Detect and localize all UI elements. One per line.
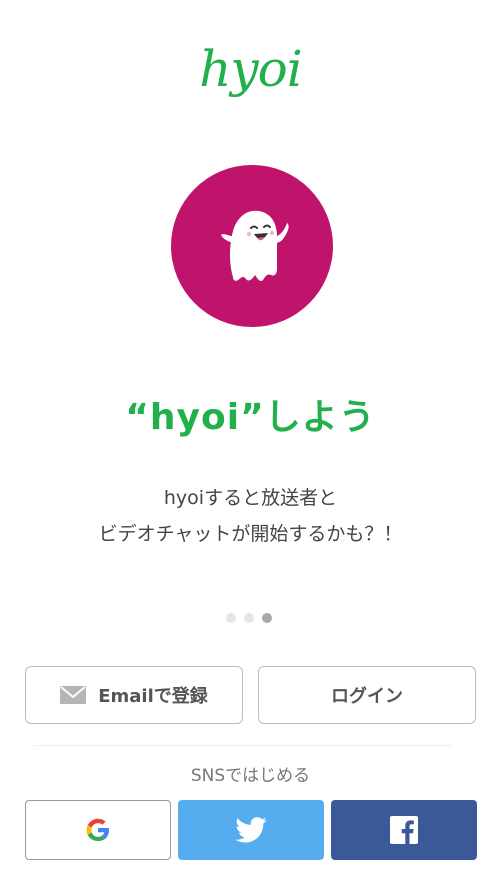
login-label: ログイン (331, 686, 403, 707)
page-dot-1[interactable] (226, 613, 236, 623)
email-signup-label: Emailで登録 (98, 686, 208, 707)
twitter-login-button[interactable] (178, 800, 324, 860)
app-logo: hyoi (199, 40, 303, 98)
ghost-icon (221, 210, 289, 281)
hero-illustration (171, 165, 333, 327)
page-dot-3[interactable] (262, 613, 272, 623)
page-indicator (226, 613, 272, 623)
login-button[interactable]: ログイン (258, 666, 476, 724)
facebook-login-button[interactable] (331, 800, 477, 860)
twitter-icon (235, 817, 267, 843)
envelope-icon (60, 686, 87, 704)
description-line-1: hyoiすると放送者と (163, 487, 338, 509)
description-line-2: ビデオチャットが開始するかも？！ (98, 523, 403, 545)
page-dot-2[interactable] (244, 613, 254, 623)
headline: “hyoi”しよう (125, 397, 376, 438)
sns-label: SNSではじめる (190, 766, 311, 786)
google-login-button[interactable] (25, 800, 171, 860)
divider (34, 745, 452, 746)
facebook-icon (390, 816, 418, 844)
description: hyoiすると放送者と ビデオチャットが開始するかも？！ (0, 480, 501, 552)
google-icon (86, 818, 109, 841)
email-signup-button[interactable]: Emailで登録 (25, 666, 243, 724)
